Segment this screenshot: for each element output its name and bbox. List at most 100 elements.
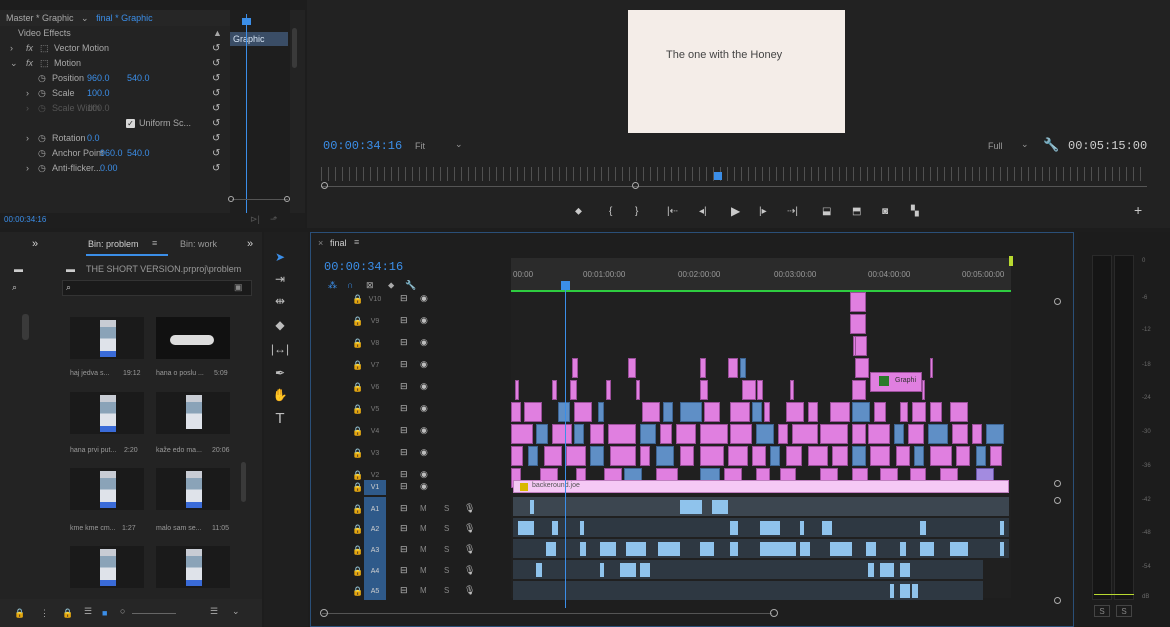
eye-icon[interactable]: ◉ bbox=[420, 315, 428, 326]
track-header-v10[interactable]: 🔒 V10 ⊟ ◉ bbox=[312, 290, 512, 310]
chevron-down-icon[interactable]: ⌄ bbox=[232, 606, 240, 617]
tab-bin-work[interactable]: Bin: work bbox=[180, 239, 217, 249]
lock-icon[interactable]: 🔒 bbox=[352, 545, 363, 556]
go-to-in-icon[interactable]: |⇠ bbox=[667, 206, 678, 217]
chevron-right-icon[interactable]: › bbox=[10, 41, 13, 56]
ec-row-anti-flicker[interactable]: › ◷ Anti-flicker... 0.00 ↺ bbox=[0, 161, 230, 176]
play-icon[interactable]: ▶ bbox=[731, 204, 740, 218]
video-clip[interactable] bbox=[728, 358, 738, 378]
mute-toggle[interactable]: M bbox=[420, 504, 427, 513]
video-clip[interactable] bbox=[752, 402, 762, 422]
video-clip[interactable] bbox=[680, 446, 694, 466]
stopwatch-icon[interactable]: ◷ bbox=[38, 146, 46, 161]
track-header-v5[interactable]: 🔒 V5 ⊟ ◉ bbox=[312, 400, 512, 420]
video-clip[interactable] bbox=[730, 424, 752, 444]
clip-thumbnail[interactable] bbox=[70, 468, 144, 510]
toggle-output-icon[interactable]: ⊟ bbox=[400, 523, 408, 534]
track-header-v8[interactable]: 🔒 V8 ⊟ ◉ bbox=[312, 334, 512, 354]
reset-icon[interactable]: ↺ bbox=[212, 161, 220, 176]
video-clip[interactable] bbox=[868, 424, 890, 444]
lock-icon[interactable]: 🔒 bbox=[352, 426, 363, 437]
video-clip[interactable] bbox=[606, 380, 611, 400]
track-name[interactable]: A2 bbox=[364, 522, 386, 537]
solo-toggle[interactable]: S bbox=[444, 524, 449, 533]
mic-icon[interactable]: 🎙 bbox=[464, 585, 475, 596]
track-header-a1[interactable]: 🔒 A1 ⊟ M S 🎙 bbox=[312, 500, 512, 520]
program-playhead[interactable] bbox=[714, 172, 722, 180]
reset-icon[interactable]: ↺ bbox=[212, 101, 220, 116]
add-marker-icon[interactable]: ⬥ bbox=[575, 206, 582, 217]
video-clip[interactable] bbox=[922, 380, 925, 400]
video-clip[interactable] bbox=[952, 424, 968, 444]
track-name[interactable]: V6 bbox=[364, 380, 386, 395]
track-header-a3[interactable]: 🔒 A3 ⊟ M S 🎙 bbox=[312, 541, 512, 561]
solo-toggle[interactable]: S bbox=[444, 545, 449, 554]
mark-out-icon[interactable]: } bbox=[635, 206, 638, 217]
video-clip[interactable] bbox=[908, 424, 924, 444]
video-clip[interactable] bbox=[511, 446, 523, 466]
ec-row-rotation[interactable]: › ◷ Rotation 0.0 ↺ bbox=[0, 131, 230, 146]
panel-overflow-icon[interactable]: » bbox=[32, 238, 38, 250]
video-clip[interactable] bbox=[972, 424, 982, 444]
lock-icon[interactable]: 🔒 bbox=[352, 482, 363, 493]
track-name[interactable]: V10 bbox=[364, 292, 386, 307]
ec-row-vector-motion[interactable]: › fx ⬚ Vector Motion ↺ bbox=[0, 41, 230, 56]
video-clip[interactable] bbox=[930, 358, 933, 378]
video-clip[interactable] bbox=[528, 446, 538, 466]
video-clip[interactable] bbox=[552, 380, 557, 400]
track-name[interactable]: V5 bbox=[364, 402, 386, 417]
track-header-v3[interactable]: 🔒 V3 ⊟ ◉ bbox=[312, 444, 512, 464]
reset-icon[interactable]: ↺ bbox=[212, 71, 220, 86]
video-clip[interactable] bbox=[850, 292, 866, 312]
chevron-down-icon[interactable]: ⌄ bbox=[10, 56, 18, 71]
video-clip[interactable] bbox=[976, 446, 986, 466]
reset-icon[interactable]: ↺ bbox=[212, 146, 220, 161]
video-clip[interactable] bbox=[808, 402, 818, 422]
video-clip[interactable] bbox=[764, 402, 770, 422]
toggle-output-icon[interactable]: ⊟ bbox=[400, 337, 408, 348]
graphic-clip[interactable]: Graphi bbox=[870, 372, 922, 392]
chevron-down-icon[interactable]: ⌄ bbox=[455, 139, 463, 150]
master-clip-label[interactable]: Master * Graphic bbox=[6, 13, 74, 23]
track-name[interactable]: V1 bbox=[364, 480, 386, 495]
ec-zoom-start-handle[interactable] bbox=[228, 196, 234, 202]
video-clip[interactable] bbox=[912, 402, 926, 422]
mic-icon[interactable]: 🎙 bbox=[464, 565, 475, 576]
track-select-icon[interactable]: ⇥ bbox=[268, 272, 292, 286]
timeline-playhead-line[interactable] bbox=[565, 290, 566, 608]
track-header-a2[interactable]: 🔒 A2 ⊟ M S 🎙 bbox=[312, 520, 512, 540]
track-name[interactable]: A3 bbox=[364, 543, 386, 558]
clip-thumbnail[interactable] bbox=[156, 392, 230, 434]
h-scroll-end[interactable] bbox=[770, 609, 778, 617]
track-name[interactable]: V9 bbox=[364, 314, 386, 329]
solo-toggle[interactable]: S bbox=[444, 504, 449, 513]
hamburger-icon[interactable]: ≡ bbox=[354, 237, 359, 247]
ec-row-uniform-scale[interactable]: ✓ Uniform Sc... ↺ bbox=[0, 116, 230, 131]
rotation-value[interactable]: 0.0 bbox=[87, 131, 100, 146]
video-clip[interactable] bbox=[950, 402, 968, 422]
video-clip[interactable] bbox=[914, 446, 924, 466]
sort-icon[interactable]: ☰ bbox=[210, 606, 218, 617]
zoom-slider[interactable] bbox=[132, 613, 176, 614]
clip-thumbnail[interactable] bbox=[70, 392, 144, 434]
bin-search-input[interactable] bbox=[62, 280, 252, 296]
chevron-right-icon[interactable]: › bbox=[26, 131, 29, 146]
lock-icon[interactable]: 🔒 bbox=[352, 448, 363, 459]
video-clip[interactable] bbox=[574, 424, 584, 444]
slip-icon[interactable]: |↔| bbox=[268, 342, 292, 356]
video-clip[interactable] bbox=[700, 380, 708, 400]
video-clip[interactable] bbox=[740, 358, 746, 378]
toggle-output-icon[interactable]: ⊟ bbox=[400, 403, 408, 414]
ec-row-scale[interactable]: › ◷ Scale 100.0 ↺ bbox=[0, 86, 230, 101]
toggle-output-icon[interactable]: ⊟ bbox=[400, 447, 408, 458]
video-clip[interactable] bbox=[511, 402, 521, 422]
mic-icon[interactable]: 🎙 bbox=[464, 544, 475, 555]
mic-icon[interactable]: 🎙 bbox=[464, 523, 475, 534]
eye-icon[interactable]: ◉ bbox=[420, 403, 428, 414]
eye-icon[interactable]: ◉ bbox=[420, 359, 428, 370]
chevron-right-icon[interactable]: › bbox=[26, 86, 29, 101]
video-clip[interactable] bbox=[552, 424, 572, 444]
video-clip[interactable] bbox=[850, 314, 866, 334]
video-clip[interactable] bbox=[930, 446, 952, 466]
video-clip[interactable] bbox=[598, 402, 604, 422]
